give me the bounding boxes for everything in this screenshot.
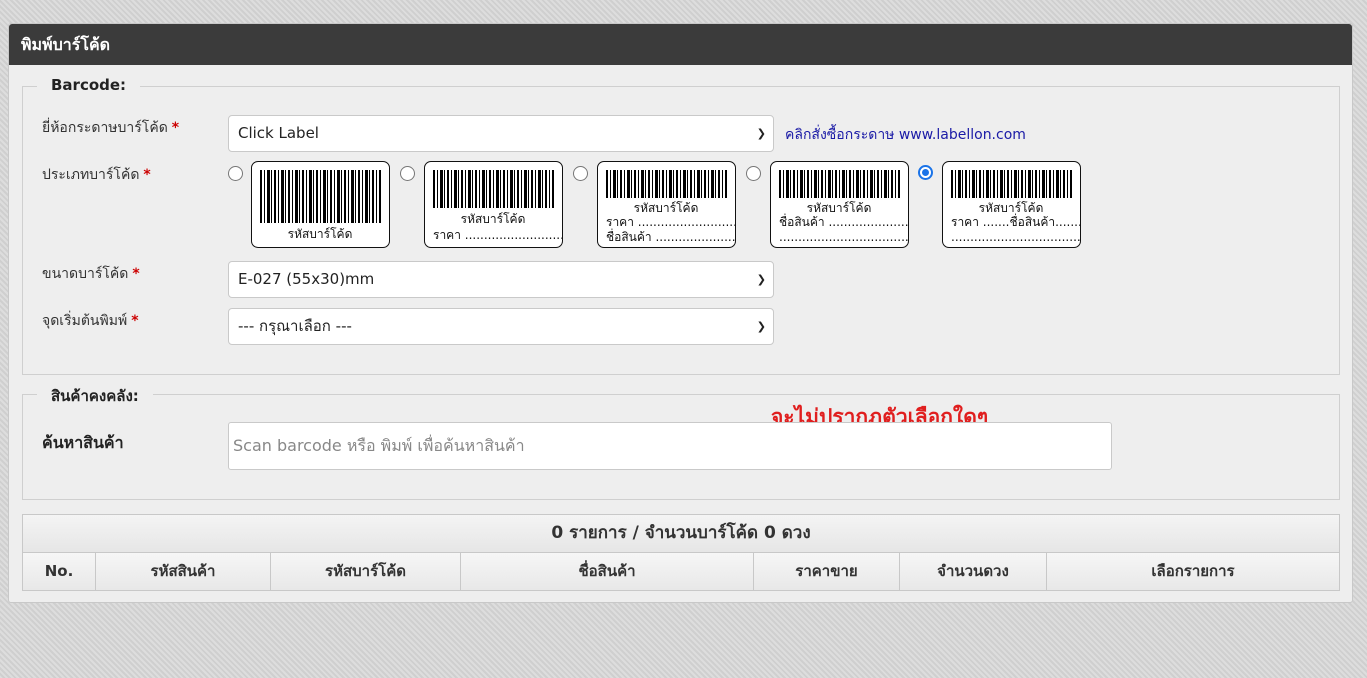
print-barcode-panel: พิมพ์บาร์โค้ด Barcode: ยี่ห้อกระดาษบาร์โ…: [8, 23, 1353, 603]
stock-legend: สินค้าคงคลัง:: [37, 384, 153, 408]
type-option-1[interactable]: รหัสบาร์โค้ด: [251, 161, 390, 248]
table-header-row: No. รหัสสินค้า รหัสบาร์โค้ด ชื่อสินค้า ร…: [23, 553, 1339, 590]
size-select-value: E-027 (55x30)mm: [238, 270, 375, 288]
option-line: ........................................…: [951, 230, 1081, 244]
product-search-input[interactable]: Scan barcode หรือ พิมพ์ เพื่อค้นหาสินค้า: [228, 422, 1112, 470]
column-header-product-code: รหัสสินค้า: [96, 553, 271, 590]
size-select[interactable]: E-027 (55x30)mm ❯: [228, 261, 774, 298]
barcode-graphic: [606, 170, 727, 198]
barcode-graphic: [779, 170, 900, 198]
type-radio-2[interactable]: [400, 166, 415, 181]
order-paper-link[interactable]: คลิกสั่งซื้อกระดาษ www.labellon.com: [785, 124, 1026, 146]
barcode-table: 0 รายการ / จำนวนบาร์โค้ด 0 ดวง No. รหัสส…: [22, 514, 1340, 591]
brand-label: ยี่ห้อกระดาษบาร์โค้ด *: [42, 120, 180, 136]
size-label: ขนาดบาร์โค้ด *: [42, 266, 140, 282]
option-line: รหัสบาร์โค้ด: [287, 227, 353, 241]
option-line: รหัสบาร์โค้ด: [806, 201, 872, 215]
column-header-barcode: รหัสบาร์โค้ด: [271, 553, 461, 590]
start-point-select-value: --- กรุณาเลือก ---: [238, 317, 352, 335]
chevron-down-icon: ❯: [756, 127, 766, 140]
panel-title: พิมพ์บาร์โค้ด: [9, 24, 1352, 65]
chevron-down-icon: ❯: [756, 320, 766, 333]
search-placeholder: Scan barcode หรือ พิมพ์ เพื่อค้นหาสินค้า: [233, 436, 525, 455]
required-mark: *: [131, 313, 139, 329]
type-label: ประเภทบาร์โค้ด *: [42, 167, 151, 183]
option-line: รหัสบาร์โค้ด: [633, 201, 699, 215]
option-line: ราคา ................................: [606, 215, 735, 229]
column-header-quantity: จำนวนดวง: [900, 553, 1047, 590]
type-radio-3[interactable]: [573, 166, 588, 181]
required-mark: *: [143, 167, 151, 183]
barcode-graphic: [951, 170, 1072, 198]
column-header-product-name: ชื่อสินค้า: [461, 553, 754, 590]
required-mark: *: [171, 120, 180, 136]
option-line: ชื่อสินค้า ........................: [779, 215, 909, 229]
option-line: ราคา ................................: [433, 228, 562, 242]
brand-select[interactable]: Click Label ❯: [228, 115, 774, 152]
chevron-down-icon: ❯: [756, 273, 766, 286]
barcode-legend: Barcode:: [37, 76, 141, 94]
column-header-select: เลือกรายการ: [1151, 562, 1235, 580]
stock-fieldset: สินค้าคงคลัง: จะไม่ปรากฏตัวเลือกใดๆ ค้นห…: [22, 384, 1340, 500]
brand-select-value: Click Label: [238, 124, 319, 142]
option-line: รหัสบาร์โค้ด: [460, 212, 526, 226]
barcode-graphic: [260, 170, 381, 223]
option-line: ราคา .......ชื่อสินค้า.......: [951, 215, 1081, 229]
type-radio-1[interactable]: [228, 166, 243, 181]
barcode-graphic: [433, 170, 554, 208]
start-point-select[interactable]: --- กรุณาเลือก --- ❯: [228, 308, 774, 345]
option-line: ........................................…: [779, 230, 909, 244]
search-label: ค้นหาสินค้า: [42, 433, 124, 452]
table-summary: 0 รายการ / จำนวนบาร์โค้ด 0 ดวง: [23, 515, 1339, 553]
column-header-no: No.: [23, 553, 96, 590]
type-radio-5[interactable]: [918, 165, 933, 180]
type-option-2[interactable]: รหัสบาร์โค้ด ราคา ......................…: [424, 161, 563, 248]
option-line: รหัสบาร์โค้ด: [978, 201, 1044, 215]
type-option-4[interactable]: รหัสบาร์โค้ด ชื่อสินค้า ................…: [770, 161, 909, 248]
column-header-price: ราคาขาย: [754, 553, 900, 590]
type-option-5[interactable]: รหัสบาร์โค้ด ราคา .......ชื่อสินค้า.....…: [942, 161, 1081, 248]
start-point-label: จุดเริ่มต้นพิมพ์ *: [42, 313, 139, 329]
barcode-fieldset: Barcode: ยี่ห้อกระดาษบาร์โค้ด * Click Lab…: [22, 76, 1340, 375]
option-line: ชื่อสินค้า ........................: [606, 230, 736, 244]
type-option-3[interactable]: รหัสบาร์โค้ด ราคา ......................…: [597, 161, 736, 248]
required-mark: *: [132, 266, 140, 282]
type-radio-4[interactable]: [746, 166, 761, 181]
